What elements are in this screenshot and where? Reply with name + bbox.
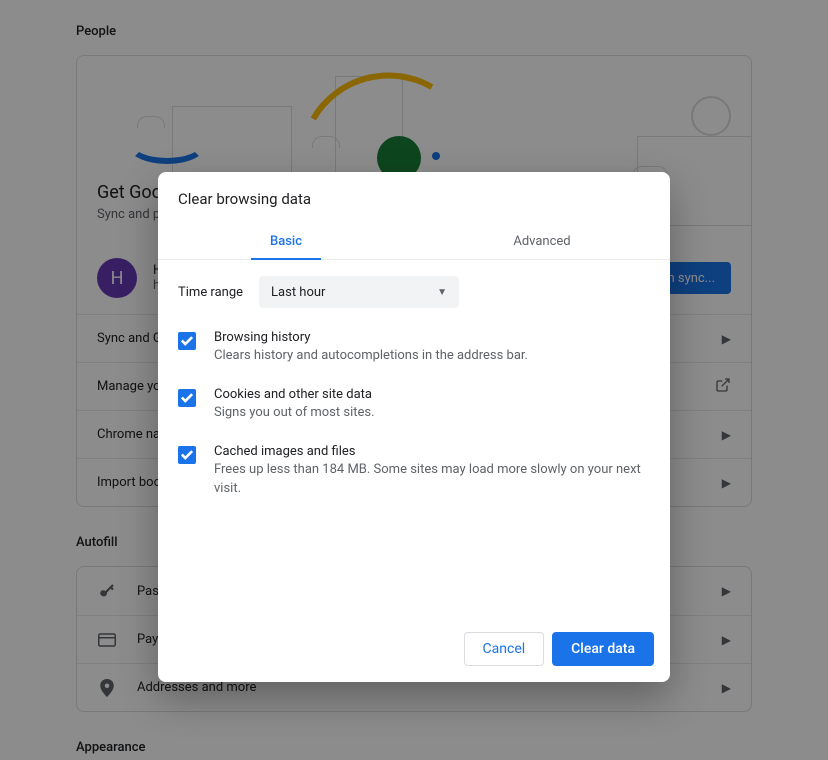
dialog-actions: Cancel Clear data bbox=[158, 618, 670, 682]
dialog-title: Clear browsing data bbox=[158, 172, 670, 222]
check-title: Browsing history bbox=[214, 330, 650, 345]
check-sub: Clears history and autocompletions in th… bbox=[214, 347, 650, 365]
check-item-cookies: Cookies and other site data Signs you ou… bbox=[178, 387, 650, 422]
time-range-value: Last hour bbox=[271, 285, 325, 300]
checkbox-browsing-history[interactable] bbox=[178, 332, 196, 350]
check-title: Cookies and other site data bbox=[214, 387, 650, 402]
modal-scrim: Clear browsing data Basic Advanced Time … bbox=[0, 0, 828, 760]
time-range-label: Time range bbox=[178, 285, 243, 300]
checkbox-cache[interactable] bbox=[178, 446, 196, 464]
checkbox-cookies[interactable] bbox=[178, 389, 196, 407]
time-range-select[interactable]: Last hour ▼ bbox=[259, 276, 459, 308]
check-sub: Frees up less than 184 MB. Some sites ma… bbox=[214, 461, 650, 497]
check-item-cache: Cached images and files Frees up less th… bbox=[178, 444, 650, 497]
tab-basic[interactable]: Basic bbox=[158, 222, 414, 259]
dropdown-caret-icon: ▼ bbox=[437, 287, 447, 298]
tab-advanced[interactable]: Advanced bbox=[414, 222, 670, 259]
check-title: Cached images and files bbox=[214, 444, 650, 459]
clear-data-button[interactable]: Clear data bbox=[552, 632, 654, 666]
check-sub: Signs you out of most sites. bbox=[214, 404, 650, 422]
check-item-browsing-history: Browsing history Clears history and auto… bbox=[178, 330, 650, 365]
time-range-row: Time range Last hour ▼ bbox=[178, 276, 650, 308]
clear-browsing-data-dialog: Clear browsing data Basic Advanced Time … bbox=[158, 172, 670, 682]
dialog-body: Time range Last hour ▼ Browsing history … bbox=[158, 260, 670, 528]
dialog-tabs: Basic Advanced bbox=[158, 222, 670, 260]
cancel-button[interactable]: Cancel bbox=[464, 632, 545, 666]
